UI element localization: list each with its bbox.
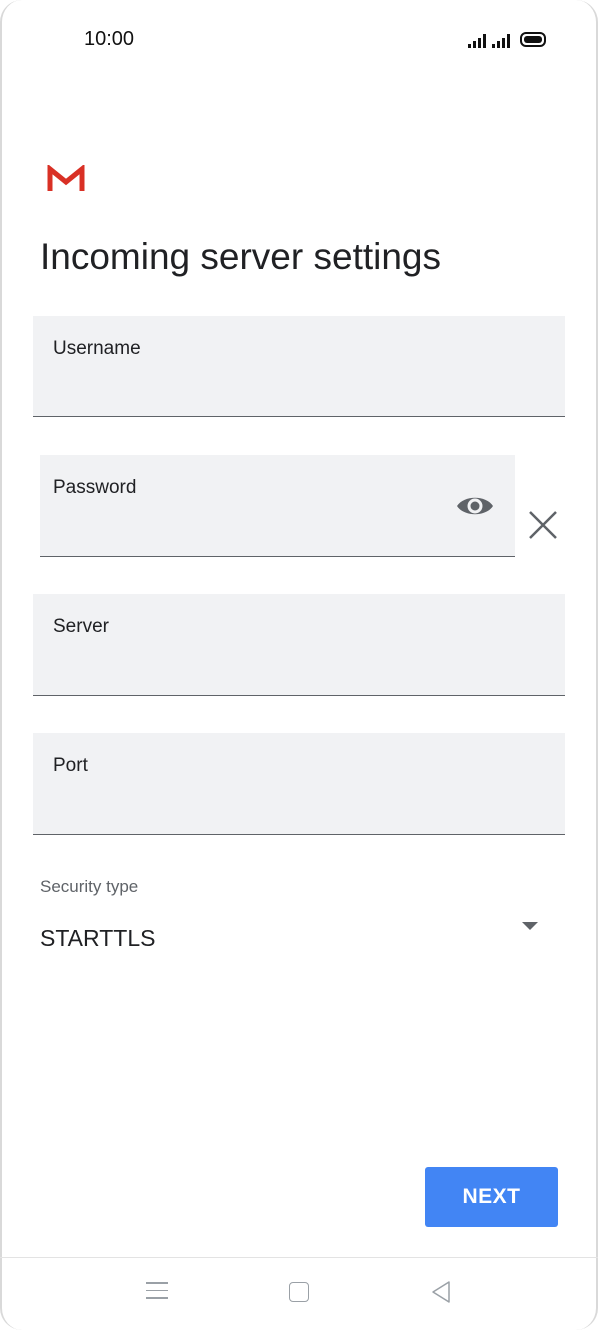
menu-icon[interactable] [146, 1282, 168, 1305]
gmail-logo-icon [47, 165, 85, 191]
status-icons [468, 28, 546, 48]
signal-icon [468, 32, 486, 48]
server-field[interactable]: Server [33, 594, 565, 696]
port-label: Port [53, 755, 88, 776]
battery-icon [520, 32, 546, 47]
security-type-select[interactable]: STARTTLS [40, 925, 155, 952]
back-icon[interactable] [430, 1280, 452, 1304]
status-time: 10:00 [84, 28, 135, 50]
password-field[interactable]: Password [40, 455, 515, 557]
page-title: Incoming server settings [40, 236, 442, 277]
password-label: Password [53, 477, 137, 498]
username-label: Username [53, 338, 141, 359]
security-type-label: Security type [40, 877, 139, 896]
next-button[interactable]: NEXT [425, 1167, 558, 1227]
dropdown-arrow-icon[interactable] [522, 922, 538, 930]
username-field[interactable]: Username [33, 316, 565, 417]
port-field[interactable]: Port [33, 733, 565, 835]
home-icon[interactable] [289, 1282, 309, 1302]
close-icon[interactable] [524, 508, 560, 544]
server-label: Server [53, 616, 109, 637]
eye-icon[interactable] [455, 490, 495, 522]
signal-icon-2 [492, 32, 510, 48]
nav-divider [0, 1257, 598, 1258]
